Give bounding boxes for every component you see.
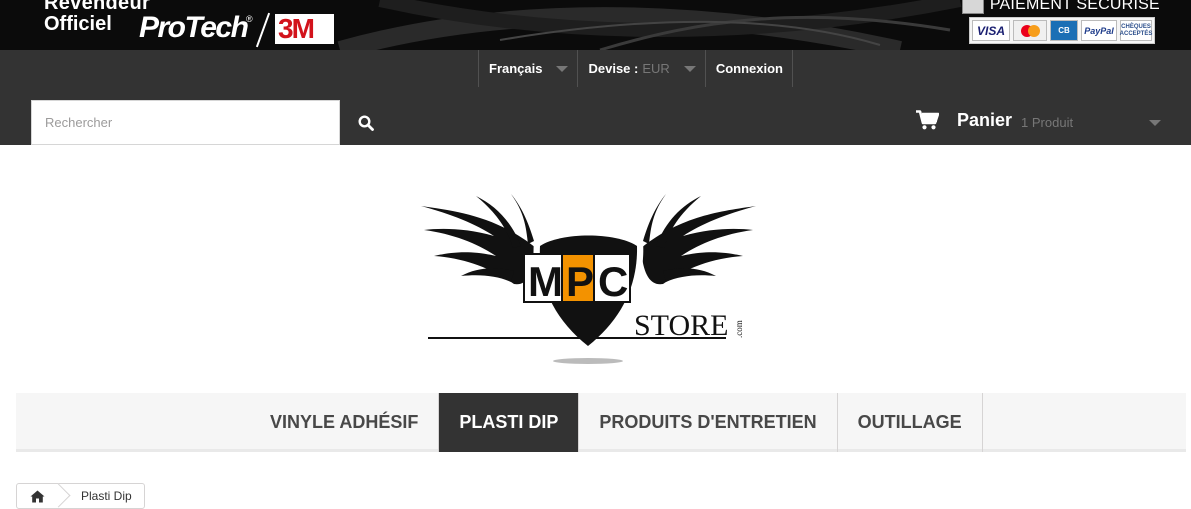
payment-title-text: PAIEMENT SÉCURISÉ <box>989 0 1160 13</box>
logo-store-text: STORE <box>634 309 728 342</box>
cart-label: Panier <box>957 109 1013 130</box>
chevron-down-icon <box>556 65 569 72</box>
search-button[interactable] <box>340 100 391 145</box>
svg-text:M: M <box>528 258 563 305</box>
header-links: Français Devise : EUR Connexion <box>478 50 793 87</box>
menu-item-vinyle-adhesif[interactable]: VINYLE ADHÉSIF <box>260 393 440 452</box>
home-icon <box>30 490 44 502</box>
mastercard-icon <box>1013 20 1047 41</box>
store-logo[interactable]: M P C STORE .com <box>416 186 761 368</box>
protech-logo: ProTech <box>139 11 249 44</box>
login-link[interactable]: Connexion <box>706 50 793 87</box>
cb-card-icon: CB <box>1050 20 1078 41</box>
currency-value: EUR <box>642 61 670 76</box>
menu-item-produits-entretien[interactable]: PRODUITS D'ENTRETIEN <box>579 393 838 452</box>
reseller-line2: Officiel <box>44 13 112 35</box>
payment-cards: VISA CB PayPal CHÈQUES ACCEPTÉS <box>969 17 1155 44</box>
breadcrumb: Plasti Dip <box>16 483 145 509</box>
top-banner: Revendeur Officiel ProTech ® 3M PAIEMENT… <box>0 0 1191 50</box>
search-icon <box>357 114 374 131</box>
breadcrumb-home[interactable] <box>17 483 71 508</box>
login-label: Connexion <box>715 61 783 76</box>
cart-count: 1 Produit <box>1021 114 1074 130</box>
language-selector[interactable]: Français <box>479 50 579 87</box>
chevron-down-icon <box>683 65 696 72</box>
category-menu-items: VINYLE ADHÉSIF PLASTI DIP PRODUITS D'ENT… <box>260 393 983 452</box>
3m-logo: 3M <box>275 14 334 44</box>
shopping-cart-icon <box>916 110 939 130</box>
menu-item-plasti-dip[interactable]: PLASTI DIP <box>439 393 580 452</box>
3m-logo-text: 3M <box>278 13 315 44</box>
breadcrumb-separator <box>46 483 71 508</box>
currency-label: Devise : <box>588 61 639 76</box>
payment-title: PAIEMENT SÉCURISÉ <box>962 0 1160 14</box>
logo-letters: M P C <box>523 253 631 305</box>
chevron-down-icon[interactable] <box>1149 120 1161 126</box>
svg-text:P: P <box>566 258 594 305</box>
visa-card-icon: VISA <box>972 20 1010 41</box>
language-label: Français <box>489 61 543 76</box>
protech-registered-mark: ® <box>246 14 253 24</box>
logo-tld-text: .com <box>734 320 744 338</box>
menu-item-outillage[interactable]: OUTILLAGE <box>838 393 983 452</box>
cheques-icon: CHÈQUES ACCEPTÉS <box>1120 20 1152 41</box>
category-menu: VINYLE ADHÉSIF PLASTI DIP PRODUITS D'ENT… <box>16 393 1186 452</box>
currency-selector[interactable]: Devise : EUR <box>578 50 706 87</box>
paypal-icon: PayPal <box>1081 20 1117 41</box>
cart-button[interactable]: Panier 1 Produit <box>916 108 1073 132</box>
header-navbar: Français Devise : EUR Connexion Panier 1… <box>0 50 1191 145</box>
search-input[interactable] <box>31 100 340 145</box>
svg-text:C: C <box>598 258 628 305</box>
